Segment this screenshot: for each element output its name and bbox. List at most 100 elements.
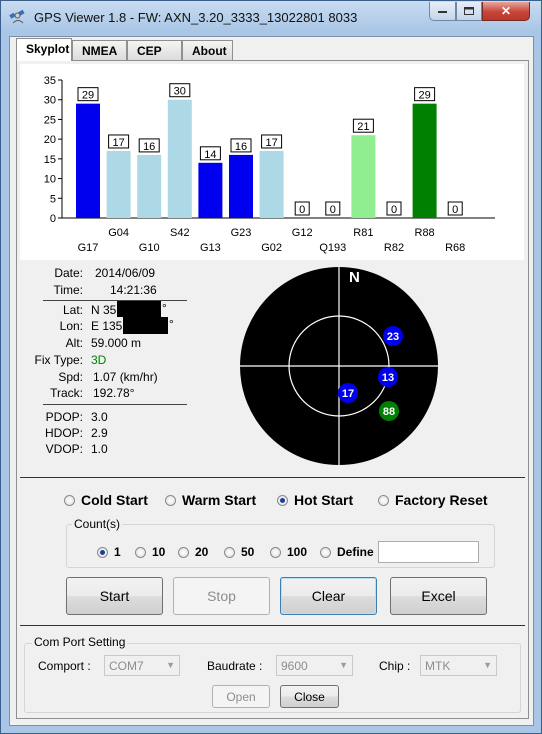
track-label: Track: [50,386,83,400]
divider [43,404,187,405]
sat-13-label: 13 [382,372,394,384]
sat-23-label: 23 [387,331,399,343]
x-category-label: S42 [170,227,190,239]
count-define-radio[interactable]: Define [320,545,374,559]
radio-circle [135,546,146,558]
warm-start-label: Warm Start [182,492,257,508]
baudrate-select[interactable]: 9600 ▼ [276,655,353,676]
skyplot: N 23 13 17 88 [240,267,438,465]
maximize-button[interactable] [456,2,482,21]
chevron-down-icon: ▼ [166,660,175,670]
count-1-radio[interactable]: 1 [97,545,121,559]
snr-value-label: 21 [357,121,369,133]
x-category-label: G13 [200,242,221,254]
vdop-value: 1.0 [91,442,108,456]
track-value: 192.78° [93,386,135,400]
tab-cep-label: CEP [137,44,162,58]
north-marker: N [349,269,360,286]
warm-start-radio[interactable]: Warm Start [165,492,256,508]
count-1-label: 1 [114,545,121,559]
comport-select[interactable]: COM7 ▼ [104,655,180,676]
tab-about-label: About [192,44,227,58]
start-button[interactable]: Start [66,577,163,615]
snr-value-label: 0 [452,204,458,216]
title-bar[interactable]: GPS Viewer 1.8 - FW: AXN_3.20_3333_13022… [1,1,541,35]
app-window: GPS Viewer 1.8 - FW: AXN_3.20_3333_13022… [0,0,542,734]
lon-prefix: E 135 [91,319,123,333]
chevron-down-icon: ▼ [339,660,348,670]
radio-circle-selected [277,494,288,506]
snr-value-label: 29 [82,90,94,102]
maximize-icon [463,6,474,15]
cold-start-radio[interactable]: Cold Start [64,492,148,508]
count-50-radio[interactable]: 50 [224,545,254,559]
alt-label: Alt: [65,336,83,350]
chip-label: Chip : [379,659,411,673]
satellite-app-icon [9,9,25,24]
open-port-button[interactable]: Open [212,685,270,708]
hot-start-radio[interactable]: Hot Start [277,492,353,508]
count-20-radio[interactable]: 20 [178,545,208,559]
pdop-value: 3.0 [91,410,108,424]
y-tick-label: 35 [44,75,56,87]
close-icon: ✕ [500,4,512,18]
factory-reset-radio[interactable]: Factory Reset [378,492,488,508]
lat-redaction [117,301,161,317]
chip-select[interactable]: MTK ▼ [420,655,497,676]
hot-start-label: Hot Start [294,492,354,508]
x-category-label: G17 [78,242,99,254]
close-port-button[interactable]: Close [280,685,339,708]
snr-value-label: 0 [391,204,397,216]
chevron-down-icon: ▼ [483,660,492,670]
snr-bar-g04 [106,150,131,218]
chip-value: MTK [425,659,451,673]
lon-redaction [123,317,168,334]
speed-value: 1.07 (km/hr) [93,370,158,384]
snr-value-label: 17 [112,137,124,149]
count-10-radio[interactable]: 10 [135,545,165,559]
count-20-label: 20 [195,545,209,559]
x-category-label: G04 [108,227,129,239]
tab-nmea[interactable]: NMEA [72,40,127,60]
com-port-group-title: Com Port Setting [32,635,128,649]
define-count-input[interactable] [378,541,479,563]
lon-label: Lon: [59,319,83,333]
snr-value-label: 0 [299,204,305,216]
pdop-label: PDOP: [45,410,83,424]
com-port-group [24,643,521,713]
count-10-label: 10 [152,545,166,559]
minimize-button[interactable] [429,2,456,21]
snr-bar-r88 [412,103,437,218]
count-50-label: 50 [241,545,255,559]
tab-nmea-label: NMEA [82,44,118,58]
count-100-radio[interactable]: 100 [270,545,307,559]
hdop-label: HDOP: [44,426,83,440]
x-category-label: G12 [292,227,313,239]
sat-23[interactable]: 23 [383,326,403,346]
sat-13[interactable]: 13 [378,367,398,387]
snr-bar-g02 [259,150,284,218]
snr-bar-r81 [351,135,376,218]
lat-label: Lat: [62,303,83,317]
close-window-button[interactable]: ✕ [482,2,530,21]
stop-button[interactable]: Stop [173,577,270,615]
baudrate-label: Baudrate : [207,659,263,673]
tab-cep[interactable]: CEP [127,40,182,60]
excel-button[interactable]: Excel [390,577,487,615]
radio-circle [178,546,189,558]
count-define-label: Define [337,545,374,559]
minimize-icon [437,11,447,13]
x-category-label: Q193 [319,242,346,254]
snr-bar-s42 [167,99,192,218]
snr-value-label: 17 [265,137,277,149]
sat-17-label: 17 [342,388,354,400]
window-title: GPS Viewer 1.8 - FW: AXN_3.20_3333_13022… [34,10,358,25]
tab-skyplot[interactable]: Skyplot [16,38,72,61]
y-tick-label: 20 [44,134,56,146]
sat-88[interactable]: 88 [379,401,399,421]
clear-button[interactable]: Clear [280,577,377,615]
tab-about[interactable]: About [182,40,233,60]
sat-17[interactable]: 17 [338,383,358,403]
x-category-label: R81 [353,227,373,239]
y-tick-label: 10 [44,174,56,186]
